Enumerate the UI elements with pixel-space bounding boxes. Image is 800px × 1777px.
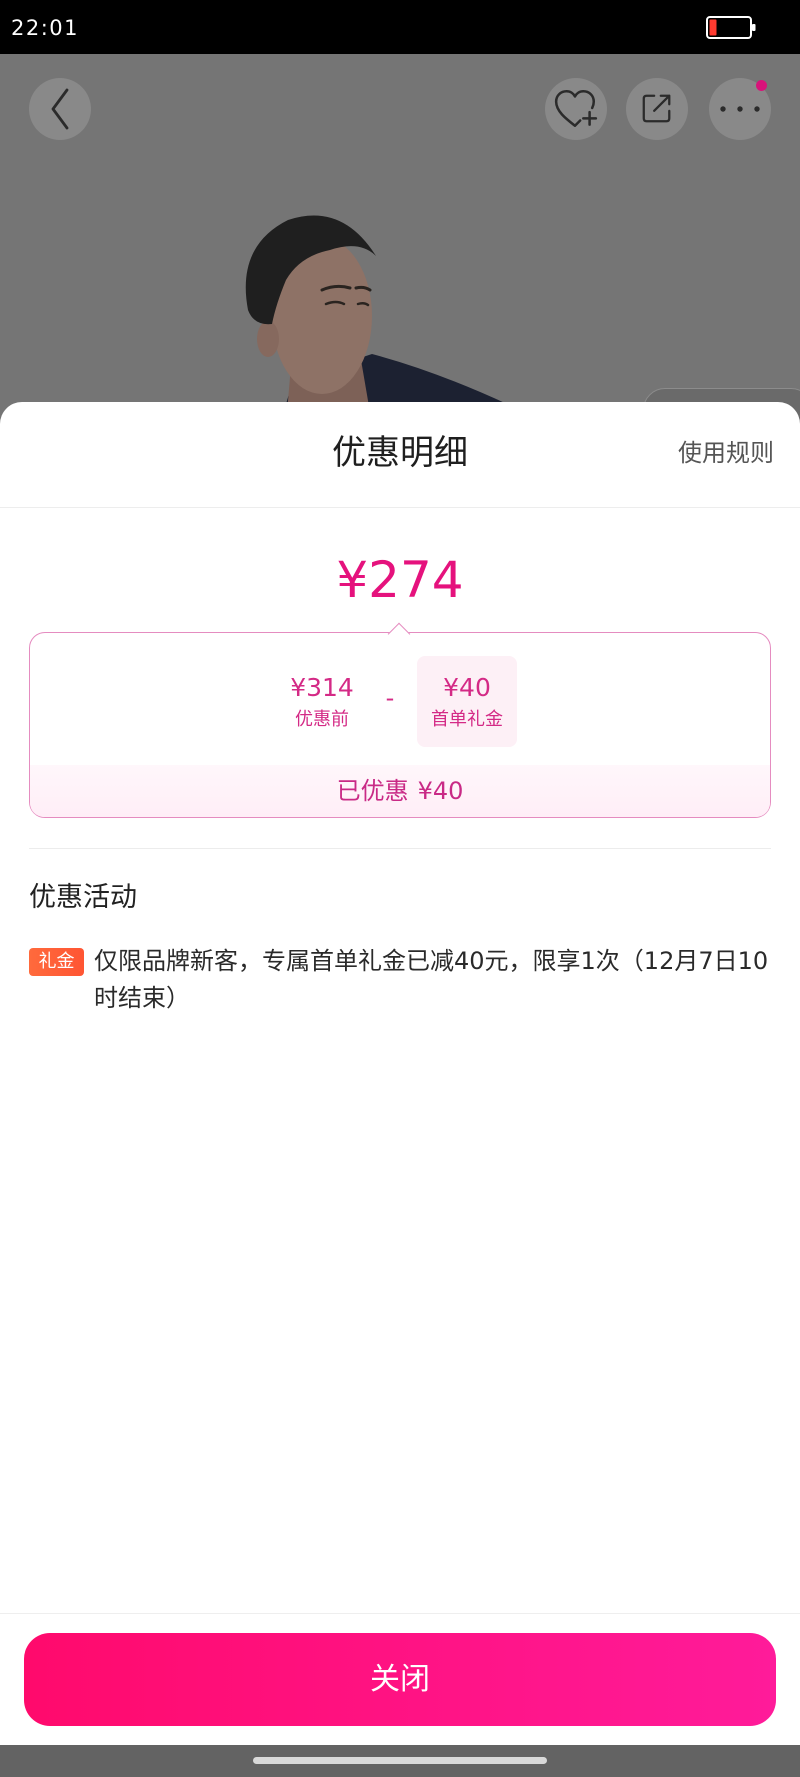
share-icon [642, 94, 671, 123]
original-amount: ¥314 [290, 673, 354, 702]
promotion-tag: 礼金 [29, 948, 84, 976]
gift-label: 首单礼金 [431, 709, 503, 730]
promotions-heading: 优惠活动 [29, 882, 137, 913]
saved-amount: ¥40 [417, 777, 464, 805]
total-saved-strip: 已优惠 ¥40 [30, 765, 770, 817]
promotion-description: 仅限品牌新客，专属首单礼金已减40元，限享1次（12月7日10时结束） [94, 947, 769, 1012]
minus-operator: - [385, 684, 395, 712]
model-ear [257, 321, 279, 357]
original-price-column: ¥314 优惠前 [267, 633, 377, 733]
status-time: 22:01 [11, 16, 80, 40]
original-label: 优惠前 [295, 709, 349, 730]
section-divider [29, 848, 771, 849]
discount-detail-sheet: 优惠明细 使用规则 ¥274 ¥314 优惠前 - ¥40 首单礼金 已优惠 ¥… [0, 402, 800, 1745]
footer-divider [0, 1613, 800, 1614]
saved-label: 已优惠 [336, 777, 409, 805]
battery-low-icon [706, 16, 756, 39]
gift-amount: ¥40 [443, 673, 491, 702]
final-price: ¥274 [336, 551, 464, 609]
more-dots-icon [720, 106, 760, 112]
share-button[interactable] [626, 78, 688, 140]
header-divider [0, 507, 800, 508]
status-bar: 22:01 [0, 0, 800, 54]
promotion-item: 礼金 仅限品牌新客，专属首单礼金已减40元，限享1次（12月7日10时结束） [29, 943, 771, 1023]
heart-plus-icon [554, 89, 598, 127]
notification-badge-dot [756, 80, 767, 91]
price-breakdown-box: ¥314 优惠前 - ¥40 首单礼金 已优惠 ¥40 [29, 622, 771, 818]
back-button[interactable] [29, 78, 91, 140]
home-indicator[interactable] [253, 1757, 547, 1764]
gift-discount-column: ¥40 首单礼金 [417, 656, 517, 747]
favorite-button[interactable] [545, 78, 607, 140]
close-button[interactable]: 关闭 [24, 1633, 776, 1726]
breakdown-notch [387, 622, 411, 646]
chevron-left-icon [51, 88, 69, 130]
usage-rules-link[interactable]: 使用规则 [678, 439, 774, 467]
